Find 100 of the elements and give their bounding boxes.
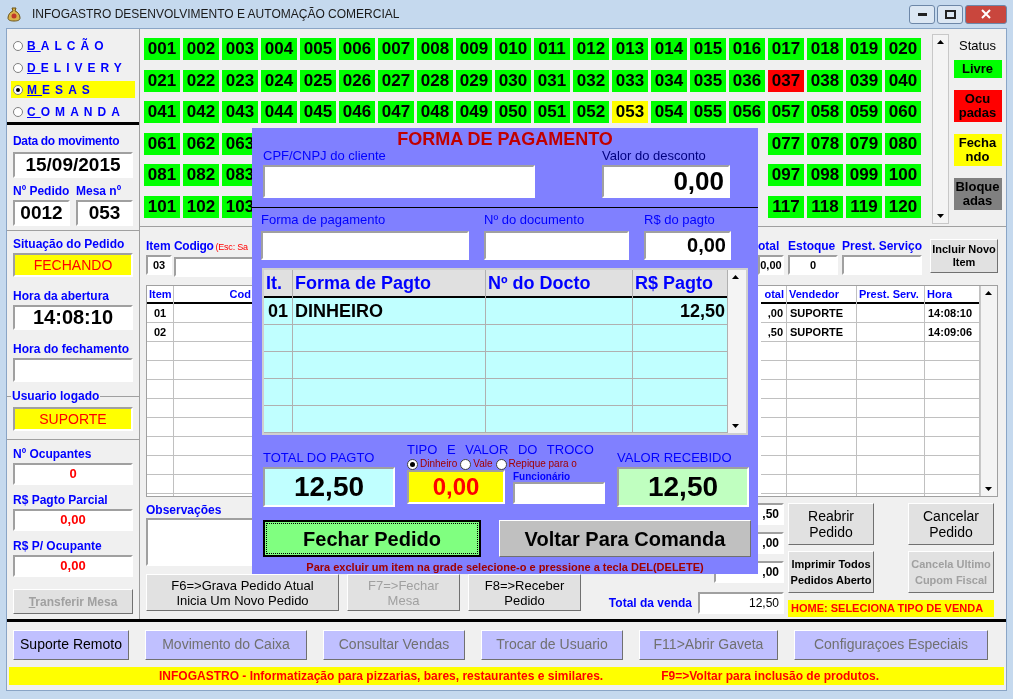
table-button[interactable]: 004 xyxy=(261,38,297,60)
table-button[interactable]: 024 xyxy=(261,69,297,92)
table-button[interactable]: 027 xyxy=(378,69,414,92)
table-button[interactable]: 080 xyxy=(885,132,921,155)
table-button[interactable]: 009 xyxy=(456,38,492,60)
table-button[interactable]: 007 xyxy=(378,38,414,60)
value-field[interactable]: 0 xyxy=(13,463,133,485)
table-button[interactable]: 023 xyxy=(222,69,258,92)
table-button[interactable]: 002 xyxy=(183,38,219,60)
minimize-button[interactable] xyxy=(909,4,935,24)
side-button[interactable]: Cancelar Pedido xyxy=(908,503,994,545)
value-field[interactable]: 0,00 xyxy=(13,555,133,577)
column-header[interactable]: Vendedor xyxy=(787,286,856,304)
scrollbar[interactable] xyxy=(980,286,997,496)
dialog-button[interactable]: Fechar Pedido xyxy=(263,520,481,557)
table-button[interactable]: 036 xyxy=(729,69,765,92)
table-button[interactable]: 099 xyxy=(846,164,882,186)
time-field[interactable]: 14:08:10 xyxy=(13,305,133,330)
number-field[interactable]: 053 xyxy=(76,200,133,226)
sale-type-radio[interactable]: MESAS xyxy=(11,81,135,98)
table-button[interactable]: 078 xyxy=(807,132,843,155)
table-button[interactable]: 043 xyxy=(222,101,258,123)
table-button[interactable]: 079 xyxy=(846,132,882,155)
close-button[interactable] xyxy=(965,4,1007,24)
column-header[interactable]: Item xyxy=(147,286,173,304)
table-button[interactable]: 001 xyxy=(144,38,180,60)
sale-type-radio[interactable]: DELIVERY xyxy=(11,59,135,76)
scrollbar[interactable] xyxy=(932,34,949,224)
table-button[interactable]: 046 xyxy=(339,101,375,123)
table-button[interactable]: 049 xyxy=(456,101,492,123)
table-button[interactable]: 060 xyxy=(885,101,921,123)
table-button[interactable]: 101 xyxy=(144,195,180,218)
table-button[interactable]: 003 xyxy=(222,38,258,60)
service-field[interactable] xyxy=(841,255,922,275)
column-header[interactable]: Forma de Pagto xyxy=(293,270,485,298)
time-field[interactable] xyxy=(13,358,133,382)
table-button[interactable]: 015 xyxy=(690,38,726,60)
table-button[interactable]: 055 xyxy=(690,101,726,123)
item-field[interactable]: 03 xyxy=(146,255,172,275)
table-button[interactable]: 081 xyxy=(144,164,180,186)
column-header[interactable]: otal xyxy=(761,286,786,304)
table-button[interactable]: 035 xyxy=(690,69,726,92)
employee-field[interactable] xyxy=(513,482,605,504)
table-button[interactable]: 053 xyxy=(612,101,648,123)
total-field[interactable]: 0,00 xyxy=(757,255,784,275)
number-field[interactable]: 0012 xyxy=(13,200,70,226)
total-field[interactable]: 12,50 xyxy=(698,592,784,614)
table-button[interactable]: 082 xyxy=(183,164,219,186)
table-button[interactable]: 061 xyxy=(144,132,180,155)
column-header[interactable]: Nº do Docto xyxy=(486,270,632,298)
document-field[interactable] xyxy=(484,231,629,260)
table-button[interactable]: 048 xyxy=(417,101,453,123)
table-button[interactable]: 026 xyxy=(339,69,375,92)
table-button[interactable]: 042 xyxy=(183,101,219,123)
sale-type-radio[interactable]: COMANDA xyxy=(11,103,135,120)
table-button[interactable]: 119 xyxy=(846,195,882,218)
table-button[interactable]: 028 xyxy=(417,69,453,92)
table-button[interactable]: 018 xyxy=(807,38,843,60)
table-button[interactable]: 050 xyxy=(495,101,531,123)
date-field[interactable]: 15/09/2015 xyxy=(13,152,133,178)
sale-type-radio[interactable]: BALCÃO xyxy=(11,37,135,54)
stock-field[interactable]: 0 xyxy=(787,255,838,275)
table-button[interactable]: 022 xyxy=(183,69,219,92)
table-button[interactable]: 047 xyxy=(378,101,414,123)
table-button[interactable]: 011 xyxy=(534,38,570,60)
table-button[interactable]: 058 xyxy=(807,101,843,123)
column-header[interactable]: It. xyxy=(264,270,292,298)
side-button[interactable]: Imprimir Todos Pedidos Aberto xyxy=(788,551,874,593)
footer-button[interactable]: Suporte Remoto xyxy=(13,629,129,660)
table-button[interactable]: 032 xyxy=(573,69,609,92)
table-button[interactable]: 021 xyxy=(144,69,180,92)
table-button[interactable]: 097 xyxy=(768,164,804,186)
table-button[interactable]: 033 xyxy=(612,69,648,92)
amount-field[interactable]: 0,00 xyxy=(644,231,731,260)
column-header[interactable]: Prest. Serv. xyxy=(857,286,924,304)
table-button[interactable]: 100 xyxy=(885,164,921,186)
table-button[interactable]: 006 xyxy=(339,38,375,60)
table-button[interactable]: 034 xyxy=(651,69,687,92)
table-button[interactable]: 016 xyxy=(729,38,765,60)
table-button[interactable]: 025 xyxy=(300,69,336,92)
table-button[interactable]: 077 xyxy=(768,132,804,155)
table-button[interactable]: 051 xyxy=(534,101,570,123)
table-button[interactable]: 019 xyxy=(846,38,882,60)
dialog-button[interactable]: Voltar Para Comanda xyxy=(499,520,751,557)
table-button[interactable]: 005 xyxy=(300,38,336,60)
table-button[interactable]: 038 xyxy=(807,69,843,92)
value-field[interactable]: 0,00 xyxy=(13,509,133,531)
table-button[interactable]: 117 xyxy=(768,195,804,218)
order-button[interactable]: F8=>Receber Pedido xyxy=(468,574,581,611)
table-button[interactable]: 010 xyxy=(495,38,531,60)
table-button[interactable]: 029 xyxy=(456,69,492,92)
side-button[interactable]: Reabrir Pedido xyxy=(788,503,874,545)
table-button[interactable]: 037 xyxy=(768,69,804,92)
table-button[interactable]: 012 xyxy=(573,38,609,60)
column-header[interactable]: R$ Pagto xyxy=(633,270,727,298)
table-button[interactable]: 008 xyxy=(417,38,453,60)
table-button[interactable]: 020 xyxy=(885,38,921,60)
table-button[interactable]: 013 xyxy=(612,38,648,60)
table-button[interactable]: 052 xyxy=(573,101,609,123)
scrollbar[interactable] xyxy=(728,270,746,433)
